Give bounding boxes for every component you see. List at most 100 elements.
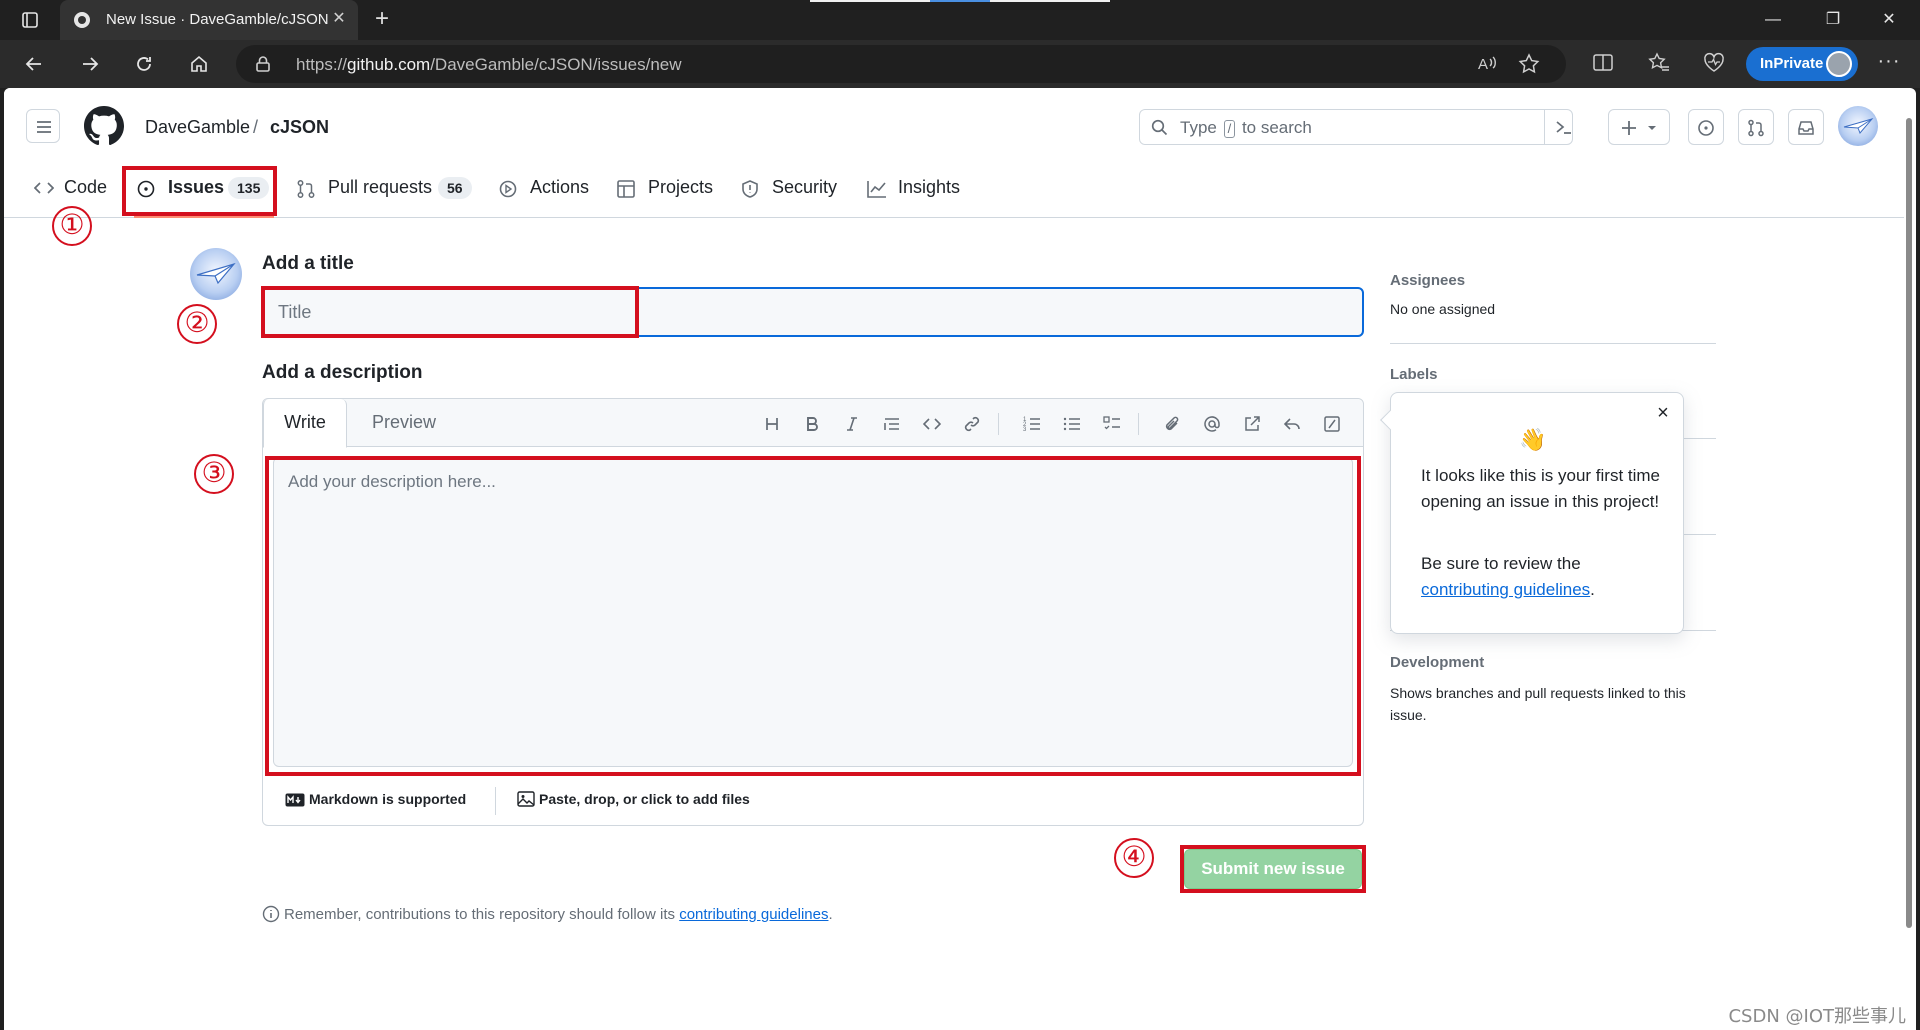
cross-reference-icon[interactable]: [1239, 411, 1265, 437]
browser-menu-button[interactable]: ···: [1874, 51, 1904, 76]
slash-command-icon[interactable]: [1319, 411, 1345, 437]
close-icon[interactable]: ×: [1651, 401, 1675, 425]
pull-requests-header-button[interactable]: [1738, 109, 1774, 145]
description-field[interactable]: [273, 457, 1353, 767]
popover-message: It looks like this is your first time op…: [1421, 466, 1661, 511]
italic-icon[interactable]: [839, 411, 865, 437]
git-pull-request-icon: [297, 180, 315, 198]
home-button[interactable]: [181, 48, 217, 80]
link-icon[interactable]: [959, 411, 985, 437]
submit-new-issue-button[interactable]: Submit new issue: [1184, 849, 1362, 889]
paperclip-icon[interactable]: [1159, 411, 1185, 437]
issues-header-button[interactable]: [1688, 109, 1724, 145]
repo-name-link[interactable]: cJSON: [270, 117, 329, 138]
mention-icon[interactable]: [1199, 411, 1225, 437]
favorites-icon[interactable]: [1648, 52, 1672, 76]
inbox-button[interactable]: [1788, 109, 1824, 145]
tab-preview[interactable]: Preview: [359, 399, 449, 447]
browser-tab-title: New Issue · DaveGamble/cJSON: [106, 11, 329, 28]
attach-files-link[interactable]: Paste, drop, or click to add files: [517, 791, 750, 807]
svg-text:3: 3: [1023, 427, 1027, 433]
first-issue-popover: × 👋 It looks like this is your first tim…: [1380, 392, 1684, 634]
restore-button[interactable]: ❐: [1810, 0, 1856, 40]
create-new-button[interactable]: [1608, 109, 1670, 145]
forward-arrow-icon: [83, 57, 99, 71]
user-avatar[interactable]: [1838, 106, 1878, 146]
github-favicon-icon: [74, 12, 90, 28]
contributing-guidelines-link[interactable]: contributing guidelines: [679, 906, 828, 923]
tab-strip-indicator-accent: [930, 0, 990, 2]
labels-heading[interactable]: Labels: [1390, 366, 1438, 383]
image-icon: [517, 791, 535, 807]
editor-toolbar: Write Preview 123: [263, 399, 1363, 448]
task-list-icon[interactable]: [1099, 411, 1125, 437]
assignees-value: No one assigned: [1390, 301, 1496, 317]
tab-close-icon[interactable]: ✕: [328, 8, 350, 30]
address-bar[interactable]: https://github.com/DaveGamble/cJSON/issu…: [236, 45, 1566, 83]
annotation-number-1: ①: [52, 206, 92, 246]
back-arrow-icon: [25, 57, 41, 71]
repo-path-separator: /: [253, 117, 259, 137]
search-input[interactable]: Type / to search: [1139, 109, 1573, 145]
minimize-button[interactable]: —: [1750, 0, 1796, 40]
footer-divider: [495, 787, 496, 815]
waving-hand-icon: 👋: [1519, 427, 1547, 452]
shield-icon: [742, 180, 758, 198]
title-input[interactable]: [278, 300, 1338, 324]
toolbar-divider: [1138, 413, 1139, 435]
global-menu-button[interactable]: [26, 109, 60, 143]
title-field[interactable]: [262, 287, 1364, 337]
bold-icon[interactable]: [799, 411, 825, 437]
heading-icon[interactable]: [759, 411, 785, 437]
code-icon[interactable]: [919, 411, 945, 437]
paper-plane-avatar-icon: [1843, 118, 1874, 134]
paper-plane-avatar-icon: [196, 262, 236, 285]
development-heading[interactable]: Development: [1390, 654, 1484, 671]
development-text: Shows branches and pull requests linked …: [1390, 685, 1686, 723]
github-logo-icon[interactable]: [84, 106, 124, 146]
reply-icon[interactable]: [1279, 411, 1305, 437]
page-scrollbar[interactable]: [1904, 112, 1914, 942]
issues-counter: 135: [228, 177, 270, 199]
ordered-list-icon[interactable]: 123: [1019, 411, 1045, 437]
markdown-support-link[interactable]: Markdown is supported: [285, 791, 466, 807]
active-tab-underline: [134, 216, 274, 218]
unordered-list-icon[interactable]: [1059, 411, 1085, 437]
lock-icon[interactable]: [254, 55, 272, 73]
profile-avatar: [1826, 51, 1852, 77]
description-textarea[interactable]: [274, 458, 1352, 766]
new-tab-button[interactable]: +: [368, 6, 396, 34]
inbox-icon: [1798, 121, 1814, 135]
split-screen-icon[interactable]: [1592, 52, 1616, 76]
repo-owner-link[interactable]: DaveGamble: [145, 117, 250, 138]
tab-actions-button[interactable]: [10, 6, 50, 34]
favorite-star-icon[interactable]: [1518, 53, 1542, 77]
forward-button[interactable]: [72, 48, 108, 80]
quote-icon[interactable]: [879, 411, 905, 437]
popover-guidelines-link[interactable]: contributing guidelines: [1421, 580, 1590, 599]
git-pull-request-icon: [1748, 119, 1764, 137]
play-icon: [499, 180, 517, 198]
refresh-button[interactable]: [126, 48, 162, 80]
repo-navigation: Code Issues 135 Pull requests 56 Actions…: [4, 160, 1004, 218]
back-button[interactable]: [16, 48, 52, 80]
browser-tab-active[interactable]: New Issue · DaveGamble/cJSON ✕: [60, 0, 358, 40]
issue-opened-icon: [1698, 120, 1714, 136]
search-shortcut-key: /: [1223, 120, 1236, 138]
tab-write[interactable]: Write: [263, 399, 347, 448]
pulls-counter: 56: [438, 177, 472, 199]
refresh-icon: [137, 57, 151, 71]
editor-footer: Markdown is supported Paste, drop, or cl…: [263, 775, 1363, 825]
command-palette-button[interactable]: [1544, 109, 1580, 145]
tab-actions-icon: [22, 12, 38, 28]
read-aloud-icon[interactable]: A: [1476, 53, 1500, 77]
scrollbar-thumb[interactable]: [1906, 118, 1912, 928]
search-icon: [1151, 119, 1168, 136]
web-page: DaveGamble / cJSON Type / to search Code…: [4, 88, 1916, 1030]
window-close-button[interactable]: ✕: [1866, 0, 1912, 40]
assignees-heading[interactable]: Assignees: [1390, 272, 1465, 289]
svg-text:A: A: [1478, 56, 1488, 73]
browser-essentials-icon[interactable]: [1703, 52, 1727, 76]
search-placeholder: Type / to search: [1180, 118, 1312, 138]
inprivate-button[interactable]: InPrivate: [1746, 47, 1858, 81]
